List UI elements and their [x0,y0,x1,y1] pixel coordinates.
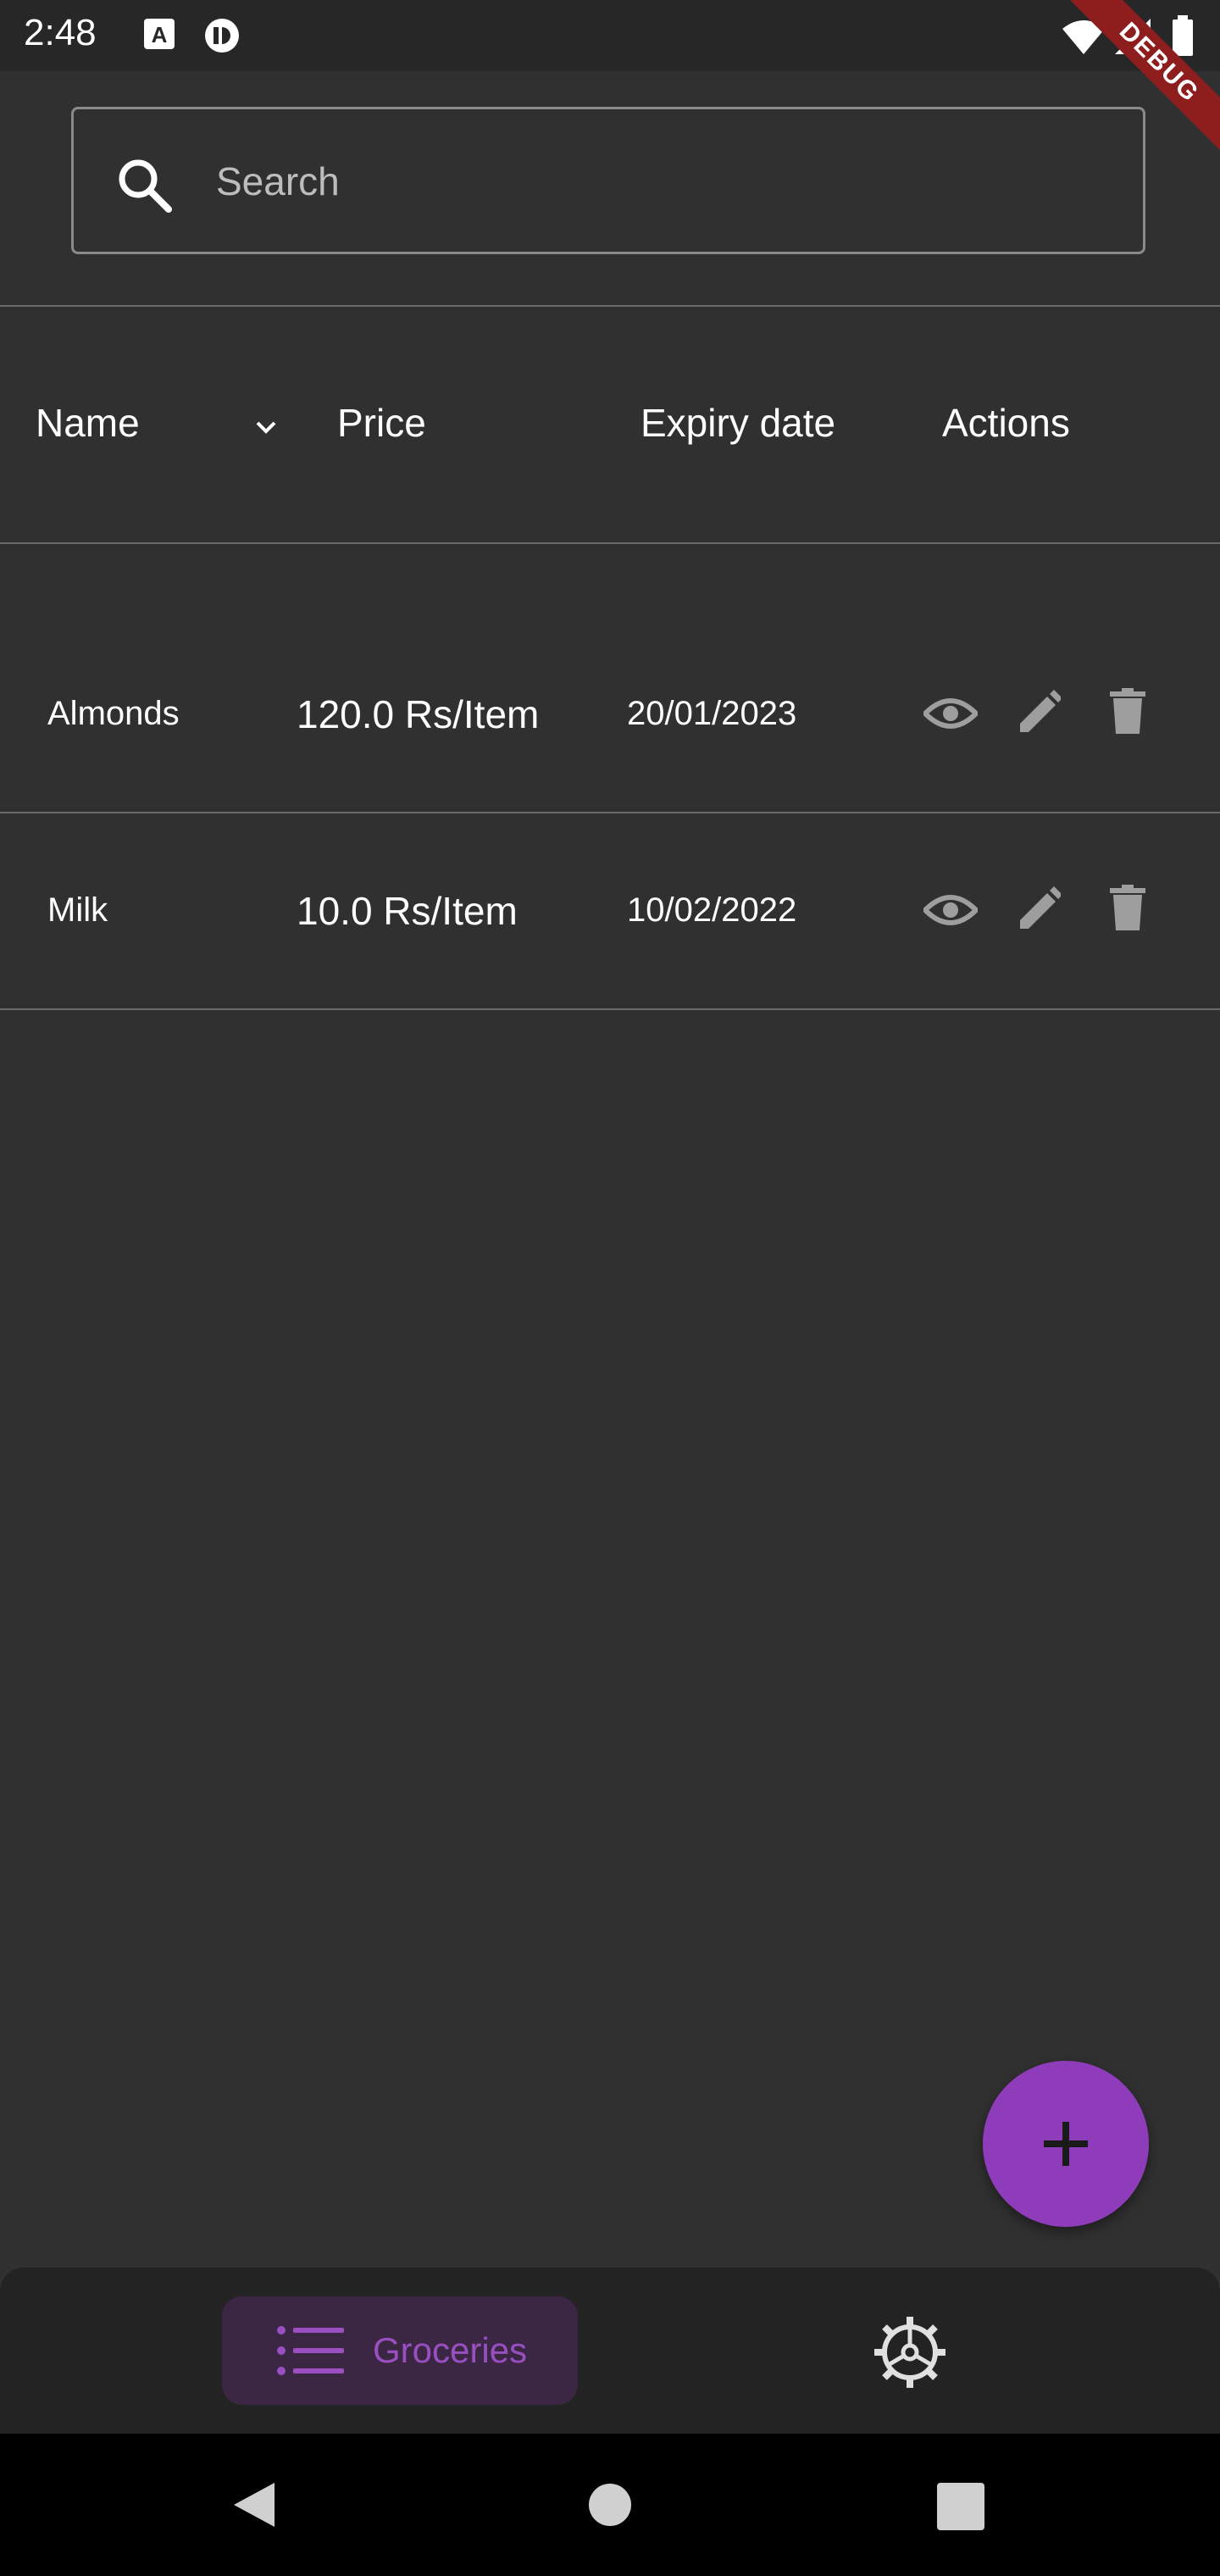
pencil-icon [1020,690,1062,732]
row-expiry: 20/01/2023 [627,695,797,732]
delete-button[interactable] [1110,688,1145,740]
search-input[interactable] [214,153,1065,209]
search-box[interactable] [71,107,1145,254]
view-button[interactable] [921,890,980,935]
divider [0,542,1220,544]
row-price: 10.0 Rs/Item [297,889,518,933]
pencil-icon [1020,886,1062,929]
trash-icon [1110,688,1145,734]
nav-item-settings[interactable] [871,2313,949,2391]
view-button[interactable] [921,693,980,738]
delete-button[interactable] [1110,885,1145,936]
nav-item-groceries[interactable]: Groceries [222,2296,578,2405]
column-header-expiry: Expiry date [640,401,836,445]
recents-icon[interactable] [937,2483,984,2534]
bottom-navigation: Groceries [0,2268,1220,2434]
divider [0,1008,1220,1010]
row-name: Milk [47,891,108,929]
row-expiry: 10/02/2022 [627,891,797,929]
app-notification-icon [200,17,244,58]
status-time: 2:48 [24,12,97,53]
chevron-down-icon[interactable] [251,412,281,447]
column-header-price: Price [337,401,426,445]
edit-button[interactable] [1015,688,1062,743]
gear-icon [874,2317,946,2388]
trash-icon [1110,885,1145,930]
plus-icon [1044,2122,1088,2166]
search-icon [114,155,174,219]
home-icon[interactable] [588,2483,632,2531]
table-header: Name Price Expiry date Actions [0,307,1220,544]
edit-button[interactable] [1015,885,1062,940]
add-item-button[interactable] [983,2061,1149,2227]
eye-icon [921,698,980,729]
row-price: 120.0 Rs/Item [297,692,540,736]
keyboard-a-icon: A [142,17,176,55]
list-icon [276,2323,346,2382]
svg-text:A: A [152,22,168,47]
back-icon[interactable] [230,2479,278,2534]
eye-icon [921,895,980,925]
table-row: Milk 10.0 Rs/Item 10/02/2022 [0,813,1220,1010]
row-name: Almonds [47,695,180,732]
column-header-actions: Actions [942,401,1070,445]
table-row: Almonds 120.0 Rs/Item 20/01/2023 [0,615,1220,812]
column-header-name[interactable]: Name [36,400,140,446]
nav-item-label: Groceries [373,2330,528,2370]
system-navigation-bar [0,2434,1220,2576]
